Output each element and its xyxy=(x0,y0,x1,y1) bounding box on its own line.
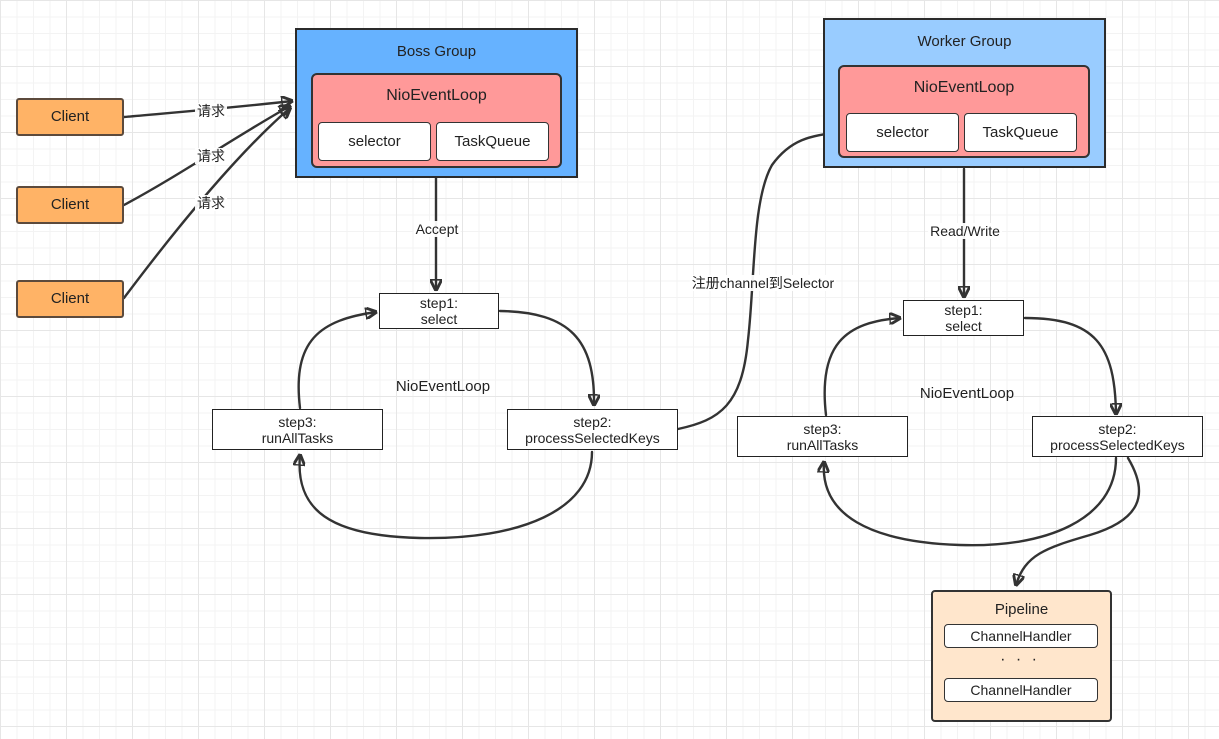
boss-taskqueue-box[interactable]: TaskQueue xyxy=(436,122,549,161)
boss-loop-process-to-run xyxy=(300,450,594,540)
boss-step2-process[interactable]: step2: processSelectedKeys xyxy=(507,409,678,450)
client-label: Client xyxy=(50,196,90,213)
boss-step3-label: step3: runAllTasks xyxy=(261,413,334,446)
worker-group-title: Worker Group xyxy=(917,33,1012,50)
boss-loop-center-label: NioEventLoop xyxy=(395,378,491,395)
readwrite-label: Read/Write xyxy=(928,223,1002,239)
channel-handler-label: ChannelHandler xyxy=(970,628,1072,644)
client-box-1[interactable]: Client xyxy=(16,98,124,136)
worker-loop-select-to-process xyxy=(1023,316,1116,414)
client-box-3[interactable]: Client xyxy=(16,280,124,318)
worker-step3-label: step3: runAllTasks xyxy=(786,420,859,453)
boss-loop-select-to-process xyxy=(498,309,594,405)
channel-handler-1[interactable]: ChannelHandler xyxy=(944,624,1098,648)
worker-step2-process[interactable]: step2: processSelectedKeys xyxy=(1032,416,1203,457)
worker-step2-label: step2: processSelectedKeys xyxy=(1050,420,1185,453)
boss-step1-label: step1: select xyxy=(419,295,459,327)
channel-handler-label: ChannelHandler xyxy=(970,682,1072,698)
worker-taskqueue-label: TaskQueue xyxy=(982,123,1059,141)
accept-label: Accept xyxy=(413,221,461,237)
client-label: Client xyxy=(50,290,90,307)
boss-step2-label: step2: processSelectedKeys xyxy=(525,413,660,446)
boss-group-title: Boss Group xyxy=(396,43,477,60)
client-label: Client xyxy=(50,108,90,125)
client-box-2[interactable]: Client xyxy=(16,186,124,224)
worker-step3-run[interactable]: step3: runAllTasks xyxy=(737,416,908,457)
pipeline-ellipsis: · · · xyxy=(1000,651,1040,668)
register-label: 注册channel到Selector xyxy=(689,275,837,291)
channel-handler-2[interactable]: ChannelHandler xyxy=(944,678,1098,702)
worker-selector-label: selector xyxy=(876,123,929,141)
request-label-2: 请求 xyxy=(195,148,227,164)
request-label-3: 请求 xyxy=(195,195,227,211)
worker-loop-run-to-select xyxy=(823,318,900,417)
worker-step1-label: step1: select xyxy=(944,302,983,334)
worker-step1-select[interactable]: step1: select xyxy=(903,300,1024,336)
boss-step3-run[interactable]: step3: runAllTasks xyxy=(212,409,383,450)
boss-loop-title: NioEventLoop xyxy=(386,87,487,104)
worker-loop-center-label: NioEventLoop xyxy=(919,385,1015,402)
worker-selector-box[interactable]: selector xyxy=(846,113,959,152)
boss-taskqueue-label: TaskQueue xyxy=(454,132,531,150)
boss-selector-box[interactable]: selector xyxy=(318,122,431,161)
boss-loop-run-to-select xyxy=(297,312,376,410)
pipeline-title: Pipeline xyxy=(994,601,1049,618)
boss-step1-select[interactable]: step1: select xyxy=(379,293,499,329)
boss-selector-label: selector xyxy=(348,132,401,150)
worker-loop-process-to-run xyxy=(824,456,1118,547)
worker-taskqueue-box[interactable]: TaskQueue xyxy=(964,113,1077,152)
worker-loop-title: NioEventLoop xyxy=(913,79,1015,96)
request-label-1: 请求 xyxy=(195,103,227,119)
